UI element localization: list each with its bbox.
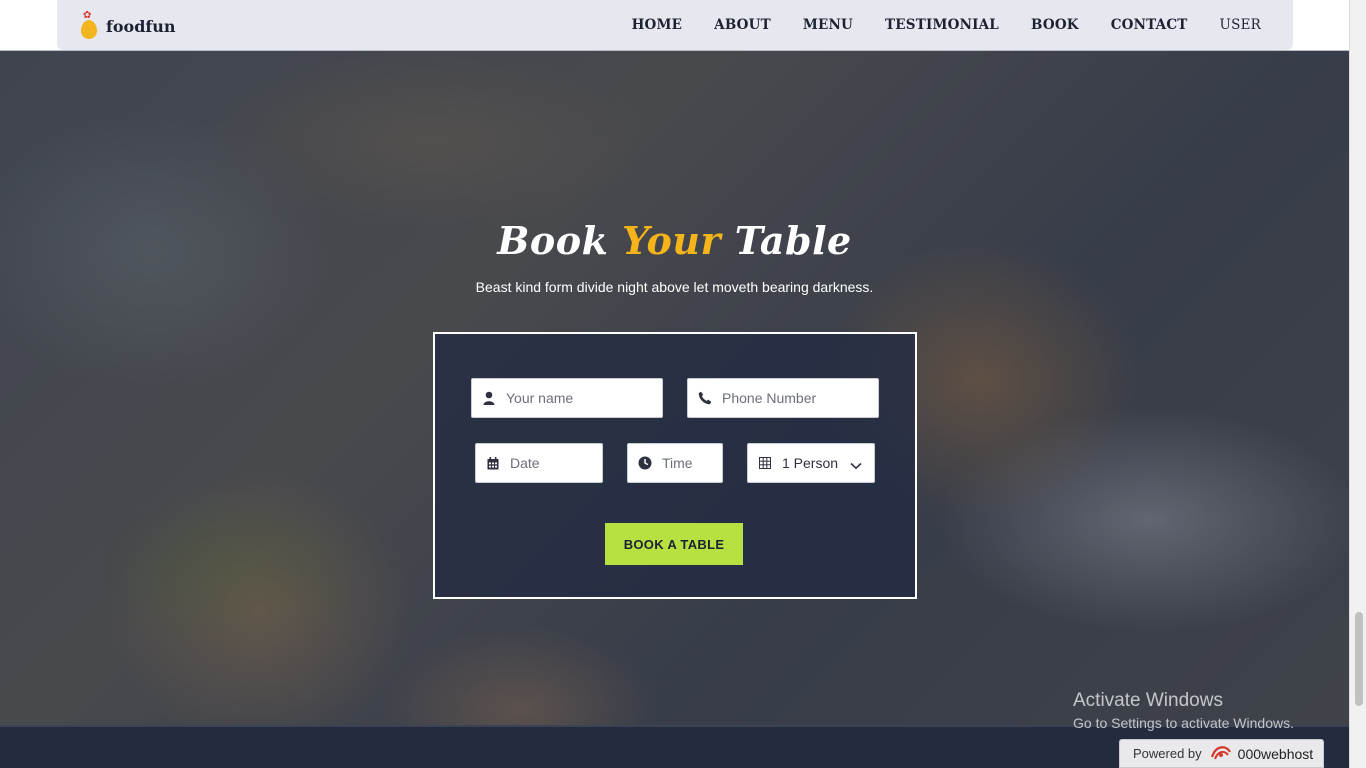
date-field[interactable] xyxy=(475,443,603,483)
grid-icon xyxy=(758,456,772,470)
phone-field[interactable] xyxy=(687,378,879,418)
brand-name: foodfun xyxy=(106,16,176,36)
hosting-badge[interactable]: Powered by 000webhost xyxy=(1119,739,1324,768)
nav-item-home[interactable]: HOME xyxy=(632,17,683,33)
navbar: ✿ foodfun HOME ABOUT MENU TESTIMONIAL BO… xyxy=(57,0,1293,50)
webhost-brand: 000webhost xyxy=(1237,745,1314,762)
nav-menu: HOME ABOUT MENU TESTIMONIAL BOOK CONTACT… xyxy=(632,0,1293,50)
title-table: Table xyxy=(734,218,852,263)
brand-logo[interactable]: ✿ foodfun xyxy=(79,11,176,40)
powered-by-label: Powered by xyxy=(1133,746,1202,761)
name-input[interactable] xyxy=(506,390,646,406)
name-field[interactable] xyxy=(471,378,663,418)
title-book: Book xyxy=(497,218,609,263)
scrollbar-thumb[interactable] xyxy=(1355,612,1363,706)
chevron-down-icon xyxy=(850,457,862,473)
page-subtitle: Beast kind form divide night above let m… xyxy=(475,279,874,295)
chicken-egg-icon: ✿ xyxy=(79,11,99,40)
date-input[interactable] xyxy=(510,455,590,471)
user-icon xyxy=(482,391,496,405)
watermark-subtitle: Go to Settings to activate Windows. xyxy=(1073,715,1294,731)
title-your: Your xyxy=(622,218,721,263)
webhost-logo-icon xyxy=(1210,743,1232,764)
nav-item-user[interactable]: USER xyxy=(1220,17,1261,33)
watermark-title: Activate Windows xyxy=(1073,690,1223,711)
clock-icon xyxy=(638,456,652,470)
time-field[interactable] xyxy=(627,443,723,483)
nav-item-menu[interactable]: MENU xyxy=(803,17,853,33)
phone-input[interactable] xyxy=(722,390,862,406)
persons-value: 1 Person xyxy=(782,455,839,471)
persons-select[interactable]: 1 Person xyxy=(747,443,875,483)
windows-activation-watermark: Activate Windows Go to Settings to activ… xyxy=(1073,690,1294,731)
phone-icon xyxy=(698,391,712,405)
time-input[interactable] xyxy=(662,455,717,471)
nav-item-about[interactable]: ABOUT xyxy=(714,17,771,33)
nav-item-contact[interactable]: CONTACT xyxy=(1111,17,1188,33)
calendar-icon xyxy=(486,456,500,470)
nav-item-testimonial[interactable]: TESTIMONIAL xyxy=(885,17,999,33)
book-table-button[interactable]: BOOK A TABLE xyxy=(605,523,743,565)
scrollbar[interactable] xyxy=(1349,0,1366,768)
page-title: Book Your Table xyxy=(0,218,1349,263)
nav-item-book[interactable]: BOOK xyxy=(1031,17,1079,33)
